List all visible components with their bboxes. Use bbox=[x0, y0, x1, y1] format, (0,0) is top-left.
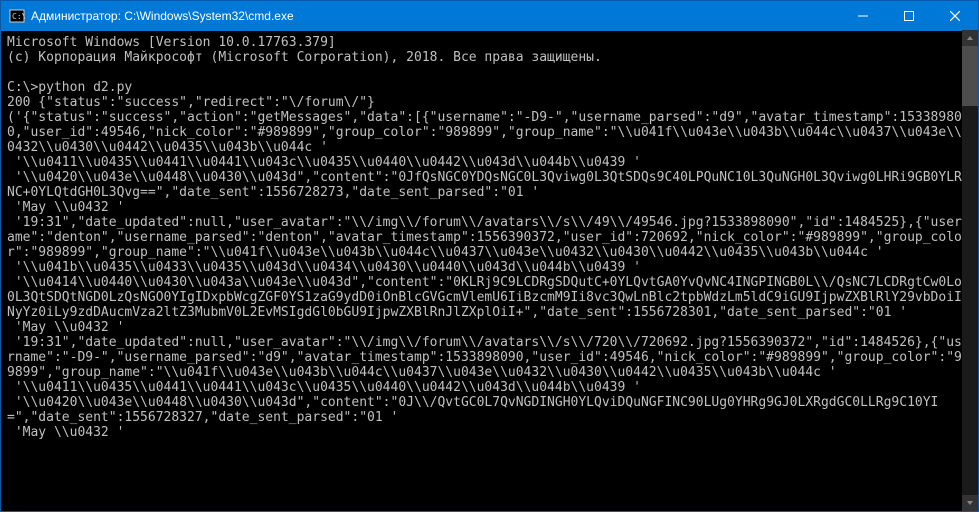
terminal-output[interactable]: Microsoft Windows [Version 10.0.17763.37… bbox=[1, 31, 978, 511]
terminal-line: ('{"status":"success","action":"getMessa… bbox=[7, 110, 972, 155]
minimize-button[interactable] bbox=[840, 1, 886, 31]
terminal-line: '\\u0411\\u0435\\u0441\\u0441\\u043c\\u0… bbox=[7, 380, 972, 395]
terminal-line: 'May \\u0432 ' bbox=[7, 200, 972, 215]
terminal-line: 'May \\u0432 ' bbox=[7, 425, 972, 440]
terminal-line: C:\>python d2.py bbox=[7, 80, 972, 95]
window-controls bbox=[840, 1, 978, 31]
terminal-line: '\\u0420\\u043e\\u0448\\u0430\\u043d","c… bbox=[7, 170, 972, 200]
svg-text:C:\: C:\ bbox=[12, 12, 25, 21]
terminal-line: '\\u0420\\u043e\\u0448\\u0430\\u043d","c… bbox=[7, 395, 972, 425]
scrollbar-thumb[interactable] bbox=[962, 46, 978, 106]
terminal-line bbox=[7, 65, 972, 80]
terminal-line: Microsoft Windows [Version 10.0.17763.37… bbox=[7, 35, 972, 50]
terminal-line: '19:31","date_updated":null,"user_avatar… bbox=[7, 335, 972, 380]
cmd-icon: C:\ bbox=[9, 8, 25, 24]
window-title: Администратор: C:\Windows\System32\cmd.e… bbox=[31, 9, 840, 23]
maximize-button[interactable] bbox=[886, 1, 932, 31]
terminal-line: '19:31","date_updated":null,"user_avatar… bbox=[7, 215, 972, 260]
cmd-window: C:\ Администратор: C:\Windows\System32\c… bbox=[0, 0, 979, 512]
terminal-line: '\\u041b\\u0435\\u0433\\u0435\\u043d\\u0… bbox=[7, 260, 972, 275]
scroll-up-button[interactable] bbox=[962, 30, 978, 46]
vertical-scrollbar[interactable] bbox=[962, 30, 978, 511]
terminal-line: '\\u0414\\u0440\\u0430\\u043a\\u043e\\u0… bbox=[7, 275, 972, 320]
terminal-line: 200 {"status":"success","redirect":"\/fo… bbox=[7, 95, 972, 110]
terminal-line: '\\u0411\\u0435\\u0441\\u0441\\u043c\\u0… bbox=[7, 155, 972, 170]
terminal-line: (c) Корпорация Майкрософт (Microsoft Cor… bbox=[7, 50, 972, 65]
scrollbar-track[interactable] bbox=[962, 46, 978, 495]
scroll-down-button[interactable] bbox=[962, 495, 978, 511]
terminal-line: 'May \\u0432 ' bbox=[7, 320, 972, 335]
titlebar[interactable]: C:\ Администратор: C:\Windows\System32\c… bbox=[1, 1, 978, 31]
close-button[interactable] bbox=[932, 1, 978, 31]
